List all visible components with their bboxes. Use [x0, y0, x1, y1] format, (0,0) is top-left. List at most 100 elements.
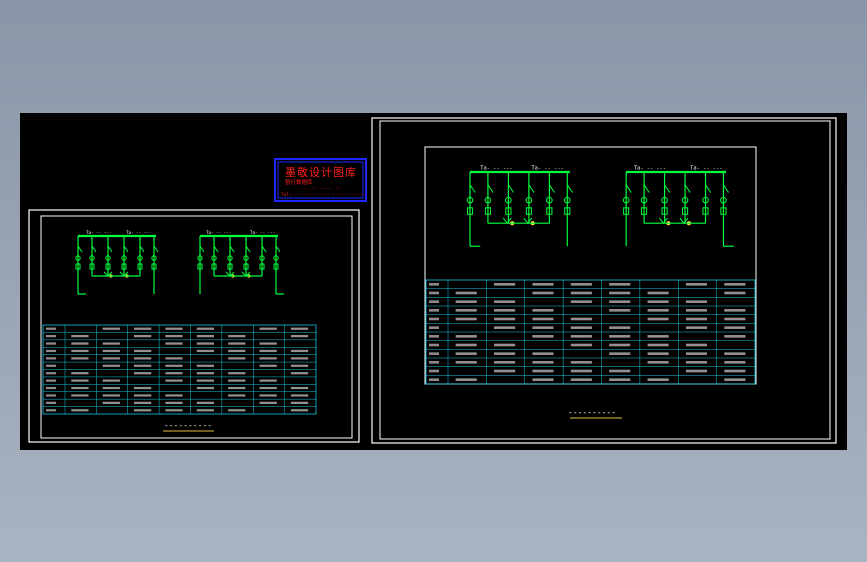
cell-mark [647, 309, 669, 312]
cell-mark [290, 394, 309, 397]
cell-mark [724, 317, 746, 321]
cell-mark [429, 352, 439, 355]
cell-mark [259, 386, 277, 390]
cell-mark [455, 361, 477, 364]
cell-mark [494, 309, 516, 312]
cell-mark [685, 309, 708, 312]
cell-mark [685, 300, 708, 303]
cell-mark [165, 357, 183, 360]
cell-mark [196, 386, 215, 390]
cell-mark [455, 352, 477, 355]
cell-mark [71, 372, 89, 375]
cell-mark [455, 291, 477, 295]
cell-mark [290, 372, 309, 375]
cell-mark [165, 409, 183, 412]
cell-mark [134, 364, 152, 367]
cell-mark [647, 300, 669, 303]
cad-viewport[interactable]: Ta- -- --- Ta- -- --- Ta- -- --- Ta- -- ---… [0, 0, 867, 562]
cell-mark [455, 335, 477, 338]
cell-mark [228, 379, 246, 382]
cell-mark [165, 401, 183, 404]
cell-mark [494, 300, 516, 303]
cell-mark [134, 335, 152, 338]
cell-mark [71, 335, 89, 338]
cell-mark [455, 300, 477, 303]
cell-mark [609, 326, 631, 329]
cell-mark [429, 326, 439, 329]
cell-mark [290, 409, 309, 412]
cell-mark [429, 369, 439, 373]
bus-label: Ta- -- --- [126, 230, 151, 235]
stamp-line3: --- -- ----. -- [300, 187, 341, 192]
bus-label: Ta- -- --- [634, 165, 666, 171]
cell-mark [46, 394, 56, 397]
left-drawing-title: ---------- [164, 421, 212, 430]
cell-mark [647, 378, 669, 381]
cell-mark [102, 401, 120, 404]
cell-mark [102, 349, 120, 353]
cell-mark [46, 401, 56, 404]
cell-mark [532, 317, 554, 321]
cell-mark [46, 335, 56, 338]
cell-mark [228, 357, 246, 360]
cell-mark [532, 378, 554, 381]
cell-mark [134, 349, 152, 353]
cell-mark [196, 327, 215, 330]
cell-mark [196, 335, 215, 338]
cell-mark [570, 378, 592, 381]
cell-mark [165, 364, 183, 367]
cell-mark [134, 327, 152, 330]
cell-mark [532, 283, 554, 286]
cell-mark [134, 394, 152, 397]
cell-mark [429, 343, 439, 347]
bus-label: Ta- -- --- [531, 165, 563, 171]
cell-mark [570, 343, 592, 347]
right-sheet: Ta- -- --- Ta- -- --- Ta- -- --- Ta- -- ---… [370, 113, 847, 450]
cell-mark [532, 309, 554, 312]
cell-mark [724, 283, 746, 286]
cell-mark [290, 401, 309, 404]
cell-mark [71, 386, 89, 390]
cell-mark [609, 291, 631, 295]
cell-mark [46, 327, 56, 330]
cell-mark [724, 352, 746, 355]
cell-mark [429, 335, 439, 338]
cell-mark [165, 335, 183, 338]
cell-mark [290, 357, 309, 360]
cell-mark [134, 372, 152, 375]
cell-mark [685, 326, 708, 329]
stamp-line2: 暂行数据库 [285, 178, 313, 186]
cell-mark [165, 379, 183, 382]
cell-mark [228, 394, 246, 397]
cell-mark [102, 386, 120, 390]
cell-mark [71, 349, 89, 353]
cell-mark [196, 379, 215, 382]
cell-mark [685, 317, 708, 321]
cell-mark [259, 401, 277, 404]
cell-mark [647, 361, 669, 364]
cell-mark [102, 394, 120, 397]
cell-mark [724, 326, 746, 329]
cell-mark [724, 309, 746, 312]
cell-mark [429, 291, 439, 295]
cell-mark [429, 283, 439, 286]
cell-mark [71, 357, 89, 360]
cell-mark [165, 327, 183, 330]
cell-mark [429, 361, 439, 364]
cell-mark [455, 378, 477, 381]
cell-mark [71, 342, 89, 345]
cell-mark [429, 378, 439, 381]
cell-mark [71, 379, 89, 382]
watermark-stamp: 墨敬设计图库 暂行数据库 --- -- ----. -- Tel: -- ---… [274, 158, 367, 202]
cell-mark [46, 379, 56, 382]
cell-mark [259, 394, 277, 397]
right-sheet-background [370, 113, 847, 450]
cell-mark [259, 357, 277, 360]
cell-mark [685, 369, 708, 373]
bus-label: Ta- -- --- [480, 165, 512, 171]
cell-mark [429, 300, 439, 303]
cell-mark [134, 401, 152, 404]
cell-mark [102, 379, 120, 382]
bus-label: Ta- -- --- [250, 230, 275, 235]
right-drawing-title: ---------- [568, 408, 616, 417]
